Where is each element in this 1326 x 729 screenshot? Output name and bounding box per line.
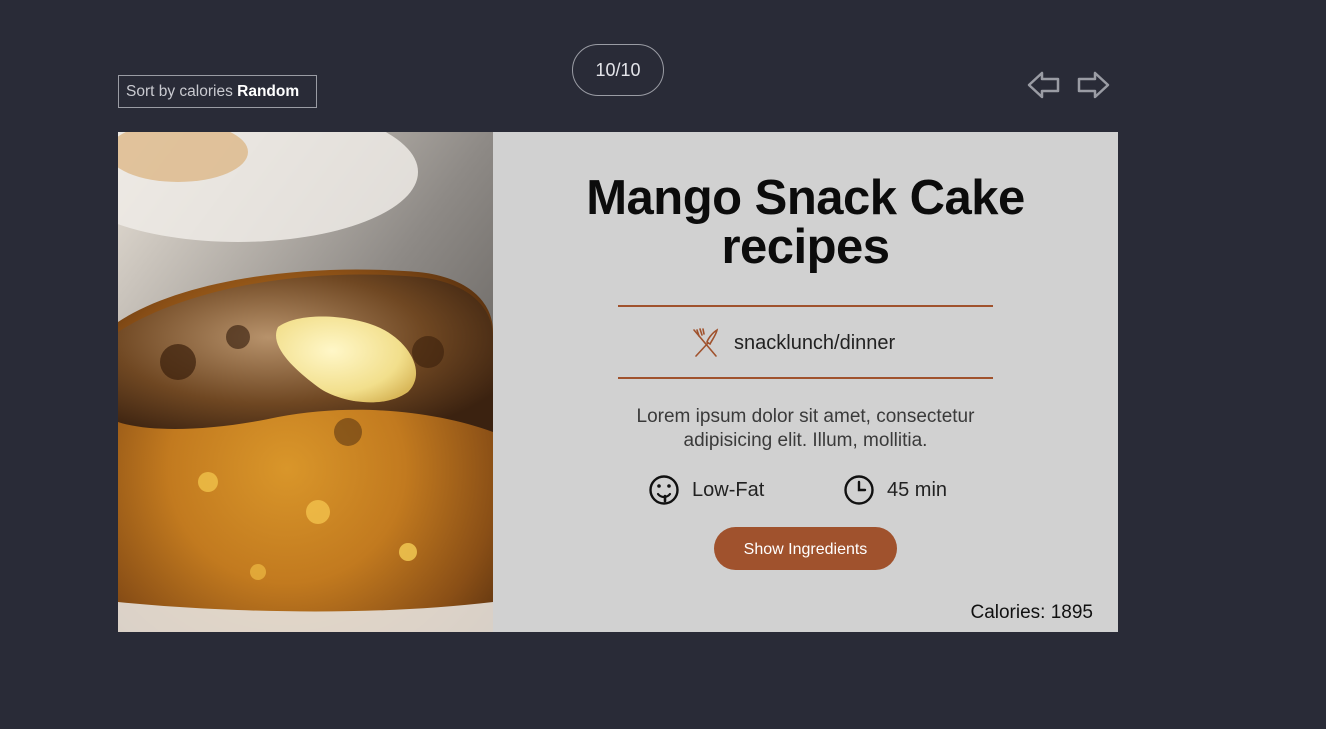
divider-top <box>618 305 993 307</box>
recipe-title-line1: Mango Snack Cake <box>586 171 1025 225</box>
recipe-description: Lorem ipsum dolor sit amet, consectetur … <box>493 405 1118 453</box>
recipe-title: Mango Snack Cake recipes <box>493 174 1118 272</box>
recipe-description-line2: adipisicing elit. Illum, mollitia. <box>683 430 928 451</box>
time-info: 45 min <box>843 473 947 507</box>
recipe-counter: 10/10 <box>572 44 664 96</box>
arrow-left-outline-icon[interactable] <box>1027 70 1061 100</box>
calories-label: Calories: 1895 <box>970 602 1093 623</box>
diet-info: Low-Fat <box>648 473 764 507</box>
sort-value[interactable]: Random <box>237 83 299 100</box>
recipe-title-line2: recipes <box>721 220 890 274</box>
fork-knife-icon <box>693 328 719 357</box>
arrow-right-outline-icon[interactable] <box>1076 70 1110 100</box>
time-label: 45 min <box>887 478 948 501</box>
meal-type: snacklunch/dinner <box>690 326 895 360</box>
diet-label: Low-Fat <box>692 478 765 501</box>
show-ingredients-button[interactable]: Show Ingredients <box>714 527 897 570</box>
recipe-description-line1: Lorem ipsum dolor sit amet, consectetur <box>636 406 975 427</box>
recipe-photo <box>118 132 493 632</box>
clock-icon <box>844 475 874 505</box>
face-icon <box>649 475 679 505</box>
sort-label: Sort by calories <box>126 83 233 100</box>
meal-type-label: snacklunch/dinner <box>734 331 896 354</box>
recipe-card: Mango Snack Cake recipes snacklunch/dinn… <box>118 132 1118 632</box>
divider-bottom <box>618 377 993 379</box>
sort-by-calories-toggle[interactable]: Sort by calories Random <box>118 75 317 108</box>
